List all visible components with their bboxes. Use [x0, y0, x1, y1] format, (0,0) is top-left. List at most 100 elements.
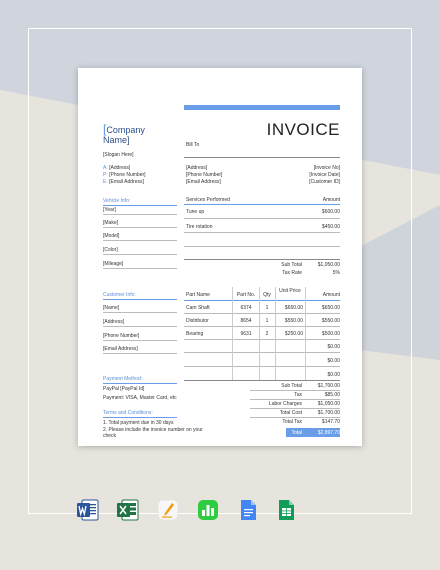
address-value: [Address]: [109, 165, 131, 171]
google-docs-icon[interactable]: [236, 498, 260, 522]
divider: [103, 326, 177, 327]
terms-line: 2. Please include the invoice number on …: [103, 427, 203, 433]
part-no-header: Part No.: [236, 292, 256, 298]
company-phone: P: [Phone Number]: [103, 172, 146, 178]
bill-address: [Address]: [186, 165, 208, 171]
divider: [184, 259, 340, 260]
total-value: $2,897.70: [317, 430, 340, 436]
part-amount: $500.00: [321, 331, 340, 337]
divider: [103, 340, 177, 341]
summary-value: $147.70: [321, 419, 340, 425]
part-name: Cam Shaft: [186, 305, 210, 311]
services-subtotal-label: Sub Total: [281, 262, 302, 268]
divider: [250, 417, 340, 418]
customer-name: [Name]: [103, 305, 120, 311]
invoice-title: INVOICE: [266, 120, 340, 139]
vehicle-model: [Model]: [103, 233, 120, 239]
file-format-icons: [74, 498, 374, 526]
divider: [103, 299, 177, 300]
customer-id: [Customer ID]: [309, 179, 340, 185]
vehicle-make: [Make]: [103, 220, 119, 226]
excel-icon[interactable]: [116, 498, 140, 522]
divider: [184, 366, 340, 367]
invoice-page: [Company Name] [Slogan Here] A: [Address…: [78, 68, 362, 446]
divider: [184, 326, 340, 327]
payment-method-label: Payment Method:: [103, 376, 143, 382]
part-qty: 1: [265, 318, 269, 324]
empty-part-amount: $0.00: [327, 372, 340, 378]
divider: [103, 353, 177, 354]
numbers-icon[interactable]: [196, 498, 220, 522]
divider: [103, 312, 177, 313]
divider: [184, 246, 340, 247]
bill-phone: [Phone Number]: [186, 172, 223, 178]
summary-label: Total Tax: [282, 419, 302, 425]
part-unit-price: $650.00: [284, 305, 303, 311]
terms-label: Terms and Conditions:: [103, 410, 153, 416]
customer-address: [Address]: [103, 319, 125, 325]
phone-value: [Phone Number]: [109, 172, 146, 178]
divider: [184, 218, 340, 219]
divider: [184, 204, 340, 205]
column-divider: [259, 287, 260, 380]
service-amount: $450.00: [321, 224, 340, 230]
column-divider: [275, 287, 276, 380]
payment-options: Payment: VISA, Master Card, etc: [103, 395, 177, 401]
word-icon[interactable]: [76, 498, 100, 522]
tax-rate-label: Tax Rate: [282, 270, 302, 276]
part-qty: 1: [265, 305, 269, 311]
divider: [103, 383, 177, 384]
divider: [184, 380, 340, 381]
vehicle-mileage: [Mileage]: [103, 261, 124, 267]
services-header: Services Performed: [186, 197, 230, 203]
services-amount-header: Amount: [322, 197, 340, 203]
parts-amount-header: Amount: [322, 292, 340, 298]
terms-line: check: [103, 433, 117, 439]
pages-icon[interactable]: [156, 498, 180, 522]
total-label: Total: [291, 430, 302, 436]
phone-label: P:: [103, 172, 108, 178]
slogan: [Slogan Here]: [103, 152, 134, 158]
vehicle-color: [Color]: [103, 247, 118, 253]
part-name-header: Part Name: [186, 292, 210, 298]
google-sheets-icon[interactable]: [274, 498, 298, 522]
summary-value: $85.00: [324, 392, 340, 398]
column-divider: [232, 287, 233, 380]
divider: [103, 205, 177, 206]
address-label: A:: [103, 165, 108, 171]
service-amount: $600.00: [321, 209, 340, 215]
part-qty: 2: [265, 331, 269, 337]
service-name: Tire rotation: [186, 224, 213, 230]
divider: [184, 157, 340, 158]
divider: [250, 399, 340, 400]
part-unit-price: $250.00: [284, 331, 303, 337]
company-name: [Company Name]: [103, 123, 163, 145]
unit-price-header: Unit Price: [279, 288, 301, 294]
customer-email: [Email Address]: [103, 346, 138, 352]
invoice-date: [Invoice Date]: [309, 172, 340, 178]
empty-part-amount: $0.00: [327, 344, 340, 350]
part-amount: $650.00: [321, 305, 340, 311]
customer-info-label: Customer Info:: [103, 292, 136, 298]
part-unit-price: $550.00: [284, 318, 303, 324]
paypal-id: PayPal [PayPal Id]: [103, 386, 145, 392]
summary-label: Tax: [294, 392, 302, 398]
summary-value: $1,700.00: [317, 383, 340, 389]
terms-line: 1. Total payment due in 30 days: [103, 420, 174, 426]
vehicle-year: [Year]: [103, 207, 116, 213]
part-name: Distributor: [186, 318, 209, 324]
invoice-number: [Invoice No]: [313, 165, 340, 171]
part-no: 9631: [240, 331, 252, 337]
company-email: E: [Email Address]: [103, 179, 144, 185]
divider: [103, 268, 177, 269]
summary-label: Sub Total: [281, 383, 302, 389]
divider: [184, 352, 340, 353]
bill-email: [Email Address]: [186, 179, 221, 185]
summary-value: $1,700.00: [317, 410, 340, 416]
divider: [250, 390, 340, 391]
divider: [103, 417, 177, 418]
part-name: Bearing: [186, 331, 204, 337]
summary-value: $1,050.00: [317, 401, 340, 407]
email-value: [Email Address]: [109, 179, 144, 185]
part-amount: $550.00: [321, 318, 340, 324]
